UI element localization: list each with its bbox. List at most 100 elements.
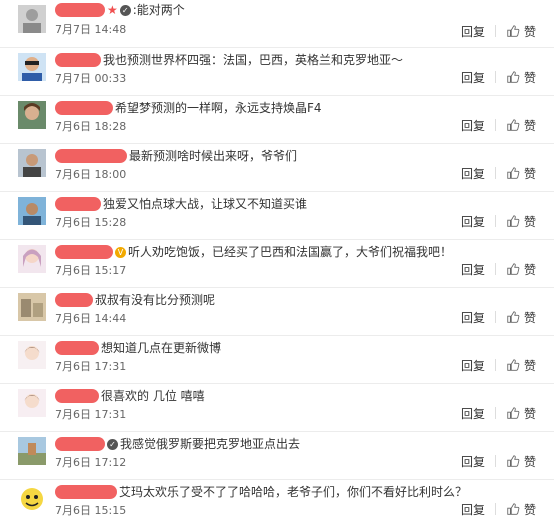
like-label: 赞 [523, 24, 536, 39]
comment-line: 希望梦预测的一样啊，永远支持焕晶F4 [55, 98, 322, 118]
thumbs-up-icon [507, 25, 520, 37]
reply-button[interactable]: 回复 [461, 165, 485, 182]
comment-item: V 听人劝吃饱饭，已经买了巴西和法国赢了，大爷们祝福我吧！ 7月6日 15:17… [0, 240, 554, 288]
star-icon: ★ [107, 3, 118, 17]
comment-date: 7月6日 15:17 [55, 264, 127, 277]
comment-text: 想知道几点在更新微博 [101, 341, 222, 355]
comment-actions: 回复 赞 [461, 356, 536, 374]
avatar[interactable] [18, 341, 46, 369]
avatar[interactable] [18, 485, 46, 513]
comment-actions: 回复 赞 [461, 68, 536, 86]
comment-line: 独爱又怕点球大战，让球又不知道买谁 [55, 194, 307, 214]
avatar[interactable] [18, 101, 46, 129]
like-button[interactable]: 赞 [506, 165, 536, 182]
comment-text: 我也预测世界杯四强：法国，巴西，英格兰和克罗地亚～ [103, 53, 404, 67]
comment-text: 我感觉俄罗斯要把克罗地亚点出去 [120, 437, 301, 451]
comment-actions: 回复 赞 [461, 404, 536, 422]
reply-button[interactable]: 回复 [461, 23, 485, 40]
username-redacted[interactable] [55, 101, 113, 115]
username-redacted[interactable] [55, 245, 113, 259]
username-redacted[interactable] [55, 389, 99, 403]
reply-button[interactable]: 回复 [461, 69, 485, 86]
comment-item: 艾玛太欢乐了受不了了哈哈哈，老爷子们，你们不看好比利时么？ 7月6日 15:15… [0, 480, 554, 528]
avatar[interactable] [18, 293, 46, 321]
thumbs-up-icon [507, 263, 520, 275]
reply-button[interactable]: 回复 [461, 501, 485, 518]
thumbs-up-icon [507, 407, 520, 419]
like-label: 赞 [523, 262, 536, 277]
thumbs-up-icon [507, 215, 520, 227]
thumbs-up-icon [507, 359, 520, 371]
username-redacted[interactable] [55, 293, 93, 307]
username-redacted[interactable] [55, 149, 127, 163]
like-button[interactable]: 赞 [506, 453, 536, 470]
comment-item: 希望梦预测的一样啊，永远支持焕晶F4 7月6日 18:28 回复 赞 [0, 96, 554, 144]
comment-actions: 回复 赞 [461, 452, 536, 470]
comment-date: 7月6日 15:15 [55, 504, 127, 517]
username-redacted[interactable] [55, 53, 101, 67]
comment-text: :能对两个 [132, 3, 185, 17]
like-label: 赞 [523, 214, 536, 229]
reply-button[interactable]: 回复 [461, 213, 485, 230]
comment-line: 叔叔有没有比分预测呢 [55, 290, 215, 310]
avatar[interactable] [18, 53, 46, 81]
avatar[interactable] [18, 197, 46, 225]
comment-actions: 回复 赞 [461, 260, 536, 278]
username-redacted[interactable] [55, 197, 101, 211]
comment-item: ★ ✓ :能对两个 7月7日 14:48 回复 赞 [0, 0, 554, 48]
like-button[interactable]: 赞 [506, 405, 536, 422]
username-redacted[interactable] [55, 437, 105, 451]
reply-button[interactable]: 回复 [461, 261, 485, 278]
divider [494, 503, 496, 515]
username-redacted[interactable] [55, 3, 105, 17]
divider [494, 71, 496, 83]
comment-line: V 听人劝吃饱饭，已经买了巴西和法国赢了，大爷们祝福我吧！ [55, 242, 452, 262]
thumbs-up-icon [507, 71, 520, 83]
reply-button[interactable]: 回复 [461, 309, 485, 326]
divider [494, 407, 496, 419]
avatar[interactable] [18, 5, 46, 33]
avatar[interactable] [18, 437, 46, 465]
like-label: 赞 [523, 310, 536, 325]
divider [494, 455, 496, 467]
reply-button[interactable]: 回复 [461, 405, 485, 422]
comment-text: 很喜欢的 几位 嘻嘻 [101, 389, 205, 403]
like-button[interactable]: 赞 [506, 357, 536, 374]
divider [494, 119, 496, 131]
divider [494, 311, 496, 323]
comment-item: 最新预测啥时候出来呀，爷爷们 7月6日 18:00 回复 赞 [0, 144, 554, 192]
avatar[interactable] [18, 149, 46, 177]
comment-text: 听人劝吃饱饭，已经买了巴西和法国赢了，大爷们祝福我吧！ [128, 245, 453, 259]
comment-item: 想知道几点在更新微博 7月6日 17:31 回复 赞 [0, 336, 554, 384]
comment-line: 我也预测世界杯四强：法国，巴西，英格兰和克罗地亚～ [55, 50, 403, 70]
username-redacted[interactable] [55, 485, 117, 499]
comment-date: 7月7日 00:33 [55, 72, 127, 85]
comment-line: 艾玛太欢乐了受不了了哈哈哈，老爷子们，你们不看好比利时么？ [55, 482, 467, 502]
comment-item: 叔叔有没有比分预测呢 7月6日 14:44 回复 赞 [0, 288, 554, 336]
like-button[interactable]: 赞 [506, 261, 536, 278]
comment-line: 最新预测啥时候出来呀，爷爷们 [55, 146, 297, 166]
comment-line: ✓ 我感觉俄罗斯要把克罗地亚点出去 [55, 434, 300, 454]
like-button[interactable]: 赞 [506, 117, 536, 134]
avatar[interactable] [18, 389, 46, 417]
comment-item: 独爱又怕点球大战，让球又不知道买谁 7月6日 15:28 回复 赞 [0, 192, 554, 240]
like-button[interactable]: 赞 [506, 309, 536, 326]
comment-text: 叔叔有没有比分预测呢 [95, 293, 216, 307]
thumbs-up-icon [507, 119, 520, 131]
reply-button[interactable]: 回复 [461, 117, 485, 134]
avatar[interactable] [18, 245, 46, 273]
reply-button[interactable]: 回复 [461, 453, 485, 470]
like-button[interactable]: 赞 [506, 69, 536, 86]
reply-button[interactable]: 回复 [461, 357, 485, 374]
like-button[interactable]: 赞 [506, 501, 536, 518]
like-button[interactable]: 赞 [506, 213, 536, 230]
comment-date: 7月6日 15:28 [55, 216, 127, 229]
comment-date: 7月6日 17:31 [55, 360, 127, 373]
username-redacted[interactable] [55, 341, 99, 355]
thumbs-up-icon [507, 503, 520, 515]
comment-line: ★ ✓ :能对两个 [55, 0, 185, 20]
comment-date: 7月6日 14:44 [55, 312, 127, 325]
comment-item: 很喜欢的 几位 嘻嘻 7月6日 17:31 回复 赞 [0, 384, 554, 432]
like-label: 赞 [523, 502, 536, 517]
like-button[interactable]: 赞 [506, 23, 536, 40]
